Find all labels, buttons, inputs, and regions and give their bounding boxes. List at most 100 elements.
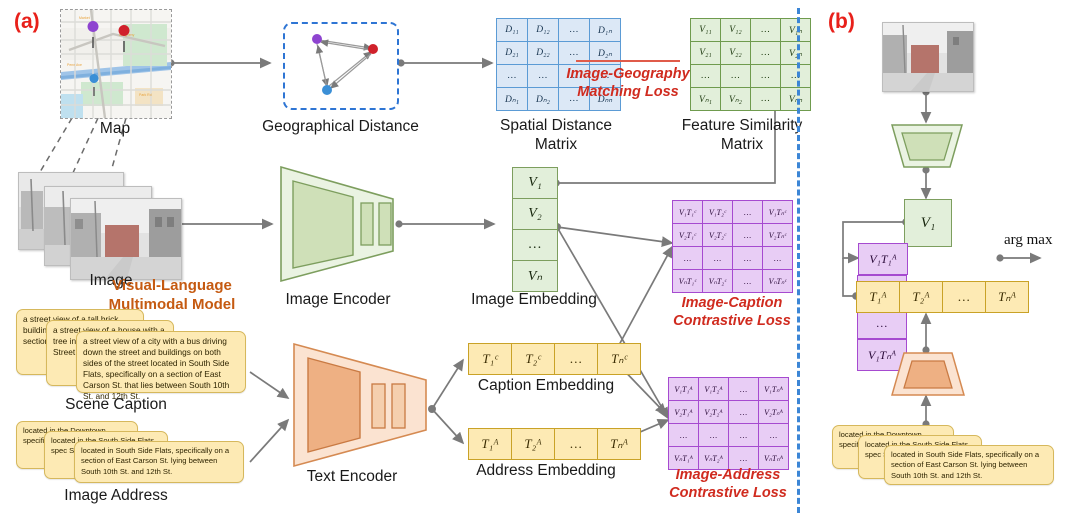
embedding-cell: … (554, 428, 598, 460)
score-cell: V₁T₁ᴬ (858, 243, 908, 275)
matrix-cell: … (750, 41, 781, 65)
embedding-cell: T₂ᴬ (899, 281, 943, 313)
matrix-cell: D₁₂ (527, 18, 559, 42)
svg-text:Penn Ave: Penn Ave (67, 63, 82, 67)
matrix-cell: … (732, 223, 763, 247)
panel-b-label: (b) (828, 10, 855, 33)
matrix-cell: Dₙ₂ (527, 87, 559, 111)
panel-a-label: (a) (14, 10, 40, 33)
matrix-cell: … (668, 423, 699, 447)
map-label: Map (99, 120, 131, 137)
matrix-cell: V₁T₂ᶜ (702, 200, 733, 224)
image-caption-loss-line1: Image-Caption (681, 295, 783, 311)
matrix-cell: VₙT₁ᶜ (672, 269, 703, 293)
panel-divider (797, 8, 800, 513)
matrix-cell: V₁Tₙᶜ (762, 200, 793, 224)
matrix-cell: … (732, 246, 763, 270)
image-address-loss-line1: Image-Address (675, 467, 781, 483)
matrix-cell: V₁T₁ᴬ (668, 377, 699, 401)
map-image: MarketAllegheny Park RdPenn Ave (60, 9, 172, 119)
matrix-cell: … (558, 18, 590, 42)
embedding-cell: Vₙ (512, 260, 558, 292)
feature-similarity-matrix-label-1: Feature Similarity (681, 117, 803, 134)
matrix-cell: V₁₂ (720, 18, 751, 42)
embedding-cell: Tₙᴬ (985, 281, 1029, 313)
matrix-cell: … (728, 423, 759, 447)
matrix-cell: … (750, 18, 781, 42)
svg-text:Market: Market (79, 16, 90, 20)
matrix-cell: V₂₁ (690, 41, 721, 65)
embedding-cell: V₁ (512, 167, 558, 199)
matrix-cell: V₁Tₙᴬ (758, 377, 789, 401)
embedding-cell: Tₙᶜ (597, 343, 641, 375)
image-embedding-label: Image Embedding (471, 291, 597, 308)
embedding-cell: V₂ (512, 198, 558, 230)
embedding-cell: Tₙᴬ (597, 428, 641, 460)
matrix-cell: V₂₂ (720, 41, 751, 65)
query-street-image (882, 22, 974, 92)
inference-address-note-3: located in South Side Flats, specificall… (884, 445, 1054, 485)
scene-caption-note-3: a street view of a city with a bus drivi… (76, 331, 246, 401)
image-address-loss-line2: Contrastive Loss (669, 485, 787, 501)
matrix-cell: Dₙ₁ (496, 87, 528, 111)
matrix-cell: … (728, 400, 759, 424)
image-geography-matching-loss-line2: Matching Loss (577, 84, 679, 100)
embedding-cell: T₂ᴬ (511, 428, 555, 460)
matrix-cell: V₂T₁ᴬ (668, 400, 699, 424)
image-encoder-shape-inference (888, 122, 966, 170)
feature-similarity-matrix: V₁₁ V₁₂… V₁ₙ V₂₁ V₂₂… V₂ₙ ………… Vₙ₁ Vₙ₂… Vₙₙ (690, 18, 811, 111)
address-embedding-label: Address Embedding (476, 462, 616, 479)
text-encoder-label: Text Encoder (306, 468, 398, 485)
spatial-distance-matrix-label-1: Spatial Distance (499, 117, 612, 134)
image-caption-matrix: V₁T₁ᶜ V₁T₂ᶜ… V₁Tₙᶜ V₂T₁ᶜ V₂T₂ᶜ… V₂Tₙᶜ ………… V… (672, 200, 793, 293)
matrix-cell: D₂₁ (496, 41, 528, 65)
image-embedding-column: V₁ V₂ … Vₙ (512, 167, 558, 292)
arg-max-label: arg max (1004, 232, 1053, 248)
image-encoder-label: Image Encoder (285, 291, 391, 308)
matrix-cell: V₁T₁ᶜ (672, 200, 703, 224)
matrix-cell: Vₙ₂ (720, 87, 751, 111)
address-embedding-row: T₁ᴬ T₂ᴬ … Tₙᴬ (468, 428, 641, 460)
vlm-label-line1: Visual-Language (112, 277, 232, 294)
matrix-cell: … (702, 246, 733, 270)
matrix-cell: V₁T₂ᴬ (698, 377, 729, 401)
image-address-note-3: located in South Side Flats, specificall… (74, 441, 244, 483)
embedding-cell: T₁ᴬ (468, 428, 512, 460)
matrix-cell: … (672, 246, 703, 270)
street-image-front (70, 198, 182, 280)
matrix-cell: Vₙ₁ (690, 87, 721, 111)
matrix-cell: V₂Tₙᴬ (758, 400, 789, 424)
matrix-cell: … (780, 64, 811, 88)
matrix-cell: V₂T₂ᴬ (698, 400, 729, 424)
matrix-cell: V₁₁ (690, 18, 721, 42)
svg-text:Park Rd: Park Rd (139, 93, 152, 97)
matrix-cell: D₁ₙ (589, 18, 621, 42)
image-address-label: Image Address (64, 487, 168, 504)
matrix-cell: V₂ₙ (780, 41, 811, 65)
embedding-cell: T₂ᶜ (511, 343, 555, 375)
matrix-cell: … (732, 200, 763, 224)
matrix-cell: … (527, 64, 559, 88)
matrix-cell: … (698, 423, 729, 447)
matrix-cell: D₂₂ (527, 41, 559, 65)
embedding-cell: T₁ᶜ (468, 343, 512, 375)
inference-v1-box: V₁ (904, 199, 952, 247)
spatial-distance-matrix-label-2: Matrix (534, 136, 578, 153)
matrix-cell: … (750, 87, 781, 111)
matrix-cell: V₂T₁ᶜ (672, 223, 703, 247)
feature-similarity-matrix-label-2: Matrix (720, 136, 764, 153)
matrix-cell: V₂Tₙᶜ (762, 223, 793, 247)
matrix-cell: … (720, 64, 751, 88)
matrix-cell: … (690, 64, 721, 88)
figure-root: (a) MarketAlleghe (0, 0, 1080, 521)
image-address-matrix: V₁T₁ᴬ V₁T₂ᴬ… V₁Tₙᴬ V₂T₁ᴬ V₂T₂ᴬ… V₂Tₙᴬ ………… V… (668, 377, 789, 470)
embedding-cell: T₁ᴬ (856, 281, 900, 313)
embedding-cell: … (512, 229, 558, 261)
image-encoder-shape (275, 163, 399, 285)
matrix-cell: … (496, 64, 528, 88)
matrix-cell: Vₙₙ (780, 87, 811, 111)
caption-embedding-label: Caption Embedding (477, 377, 615, 394)
text-encoder-shape (286, 340, 434, 472)
image-geography-matching-loss-line1: Image-Geography (566, 66, 690, 82)
matrix-cell: … (758, 423, 789, 447)
